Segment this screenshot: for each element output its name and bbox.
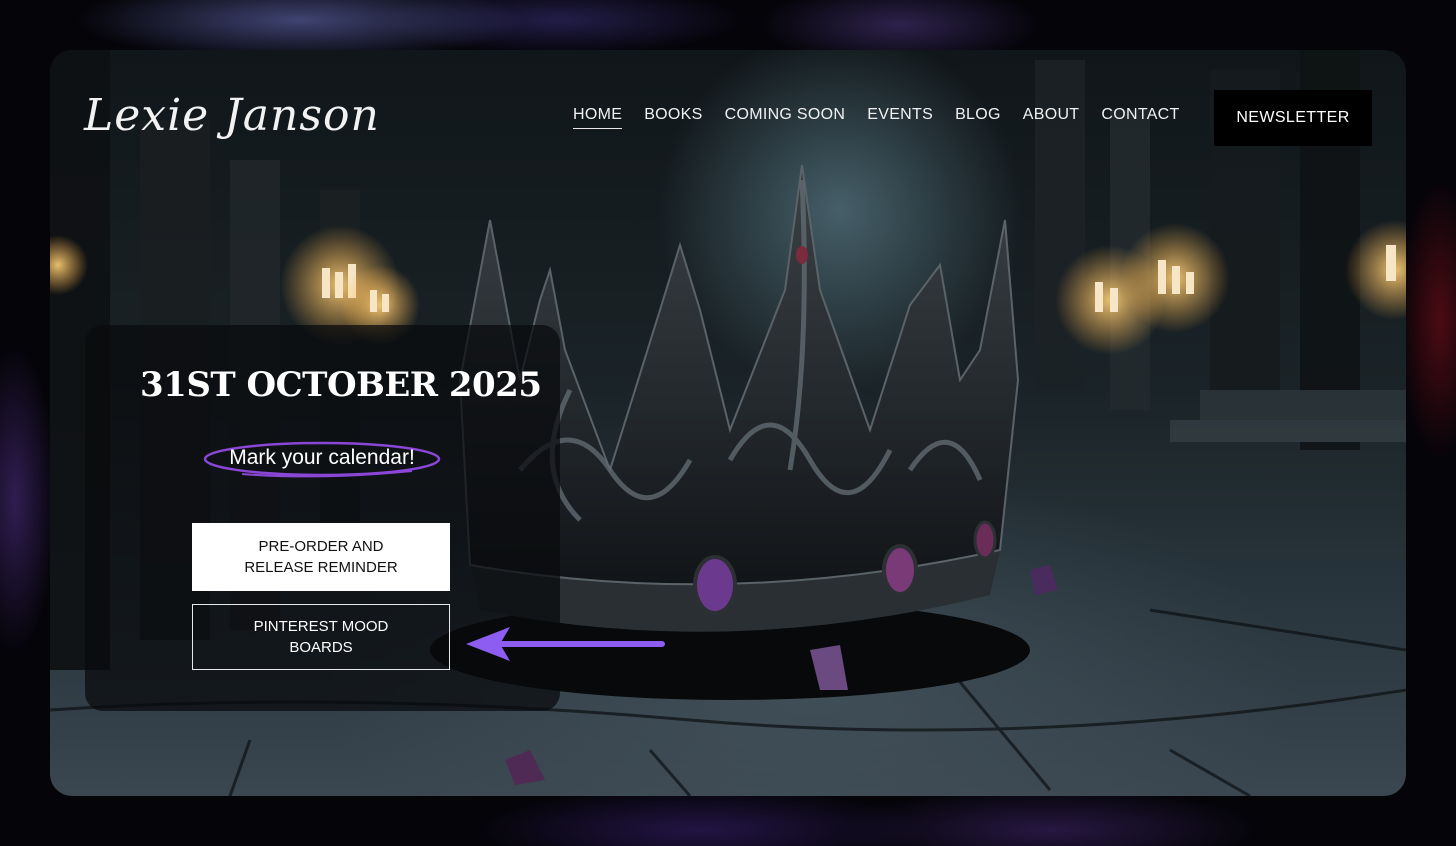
main-navigation: HOME BOOKS COMING SOON EVENTS BLOG ABOUT… [573,106,1202,129]
nav-item-about[interactable]: ABOUT [1023,106,1080,129]
nav-item-coming-soon[interactable]: COMING SOON [725,106,846,129]
pre-order-button[interactable]: PRE-ORDER AND RELEASE REMINDER [192,523,450,591]
website-hero: Lexie Janson HOME BOOKS COMING SOON EVEN… [50,50,1406,796]
purple-arrow-icon [466,627,665,661]
pinterest-mood-boards-button[interactable]: PINTEREST MOOD BOARDS [192,604,450,670]
nav-item-events[interactable]: EVENTS [867,106,933,129]
nav-item-contact[interactable]: CONTACT [1101,106,1179,129]
newsletter-button[interactable]: NEWSLETTER [1214,90,1372,146]
site-logo[interactable]: Lexie Janson [80,70,379,170]
tagline-highlight: Mark your calendar! [202,440,442,482]
nav-item-home[interactable]: HOME [573,106,623,129]
release-date-heading: 31ST OCTOBER 2025 [140,365,542,405]
tagline-text: Mark your calendar! [229,446,415,469]
nav-item-books[interactable]: BOOKS [644,106,702,129]
logo-text: Lexie Janson [84,90,380,141]
nav-item-blog[interactable]: BLOG [955,106,1001,129]
